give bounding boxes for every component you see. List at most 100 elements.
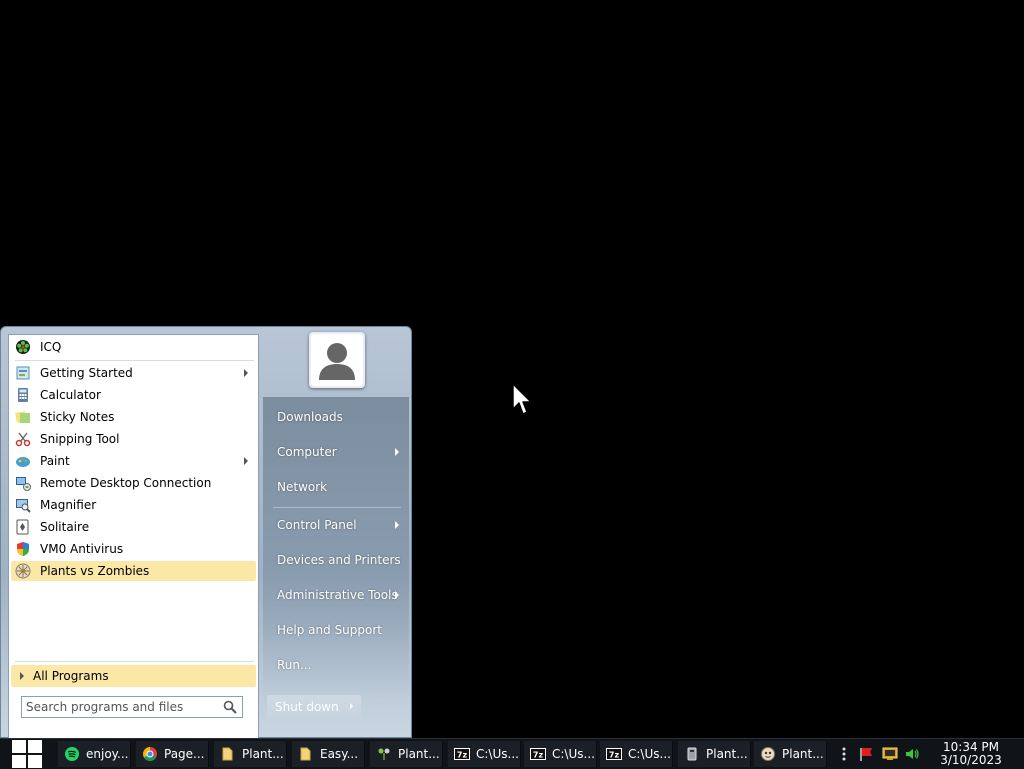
program-label: Snipping Tool: [40, 432, 120, 446]
link-label: Control Panel: [277, 518, 357, 532]
magnifier-icon: [15, 497, 31, 513]
taskbar-item-label: Plant...: [398, 747, 440, 761]
link-run[interactable]: Run...: [267, 650, 407, 680]
plants-vs-zombies-icon: [15, 563, 31, 579]
taskbar-item-plants-vs-zombies[interactable]: Plant...: [754, 741, 827, 767]
start-button[interactable]: [0, 739, 54, 769]
link-computer[interactable]: Computer: [267, 437, 407, 467]
volume-icon[interactable]: [904, 746, 920, 762]
taskbar-item-7zip-3[interactable]: 7z C:\Us...: [600, 741, 673, 767]
program-label: ICQ: [40, 340, 62, 354]
taskbar-item-spotify[interactable]: enjoy...: [58, 741, 131, 767]
taskbar: enjoy... Page... Plant... Easy... Plant.…: [0, 738, 1024, 769]
paint-icon: [15, 453, 31, 469]
7zip-icon: 7z: [454, 746, 470, 762]
link-downloads[interactable]: Downloads: [267, 402, 407, 432]
plant-game-icon: [376, 746, 392, 762]
action-center-flag-icon[interactable]: [858, 746, 874, 762]
mouse-cursor-icon: [512, 383, 532, 415]
triangle-right-icon: [20, 672, 24, 680]
remote-desktop-icon: [15, 475, 31, 491]
program-icq[interactable]: ICQ: [11, 337, 256, 357]
chevron-right-icon[interactable]: [350, 703, 353, 709]
chrome-icon: [142, 746, 158, 762]
taskbar-item-7zip-1[interactable]: 7z C:\Us...: [448, 741, 521, 767]
taskbar-item-label: Plant...: [242, 747, 284, 761]
user-avatar[interactable]: [309, 332, 365, 388]
link-label: Run...: [277, 658, 312, 672]
svg-text:7z: 7z: [457, 751, 468, 760]
all-programs-button[interactable]: All Programs: [11, 665, 256, 687]
program-label: Remote Desktop Connection: [40, 476, 212, 490]
program-plants-vs-zombies[interactable]: Plants vs Zombies: [11, 561, 256, 581]
submenu-arrow-icon: [244, 457, 248, 465]
svg-text:7z: 7z: [609, 751, 620, 760]
program-solitaire[interactable]: Solitaire: [11, 517, 256, 537]
link-administrative-tools[interactable]: Administrative Tools: [267, 580, 407, 610]
program-paint[interactable]: Paint: [11, 451, 256, 471]
program-snipping-tool[interactable]: Snipping Tool: [11, 429, 256, 449]
link-label: Downloads: [277, 410, 343, 424]
shutdown-label: Shut down: [275, 700, 339, 714]
all-programs-label: All Programs: [33, 669, 109, 683]
program-vm0-antivirus[interactable]: VM0 Antivirus: [11, 539, 256, 559]
taskbar-item-plant-game[interactable]: Plant...: [370, 741, 443, 767]
taskbar-item-folder-easy[interactable]: Easy...: [292, 741, 365, 767]
search-icon[interactable]: [223, 700, 237, 714]
program-label: Calculator: [40, 388, 101, 402]
link-label: Computer: [277, 445, 337, 459]
sticky-notes-icon: [15, 409, 31, 425]
program-label: VM0 Antivirus: [40, 542, 124, 556]
taskbar-item-plant-app[interactable]: Plant...: [678, 741, 751, 767]
separator: [273, 507, 401, 508]
calculator-icon: [15, 387, 31, 403]
link-devices-and-printers[interactable]: Devices and Printers: [267, 545, 407, 575]
scissors-icon: [15, 431, 31, 447]
7zip-icon: 7z: [606, 746, 622, 762]
search-input[interactable]: [26, 698, 216, 716]
separator: [15, 360, 254, 361]
link-control-panel[interactable]: Control Panel: [267, 510, 407, 540]
submenu-arrow-icon: [395, 521, 399, 529]
clock[interactable]: 10:34 PM 3/10/2023: [936, 741, 1006, 767]
shutdown-button[interactable]: Shut down: [267, 695, 361, 719]
link-network[interactable]: Network: [267, 472, 407, 502]
search-box[interactable]: [21, 696, 243, 718]
submenu-arrow-icon: [244, 369, 248, 377]
separator: [15, 661, 254, 662]
program-magnifier[interactable]: Magnifier: [11, 495, 256, 515]
program-calculator[interactable]: Calculator: [11, 385, 256, 405]
program-sticky-notes[interactable]: Sticky Notes: [11, 407, 256, 427]
spotify-icon: [64, 746, 80, 762]
link-label: Administrative Tools: [277, 588, 398, 602]
taskbar-item-chrome[interactable]: Page...: [136, 741, 209, 767]
taskbar-item-folder-plant[interactable]: Plant...: [214, 741, 287, 767]
taskbar-item-7zip-2[interactable]: 7z C:\Us...: [524, 741, 597, 767]
program-label: Paint: [40, 454, 70, 468]
plants-vs-zombies-icon: [760, 746, 776, 762]
taskbar-item-label: C:\Us...: [476, 747, 519, 761]
link-help-and-support[interactable]: Help and Support: [267, 615, 407, 645]
program-getting-started[interactable]: Getting Started: [11, 363, 256, 383]
taskbar-item-label: Easy...: [320, 747, 359, 761]
program-remote-desktop[interactable]: Remote Desktop Connection: [11, 473, 256, 493]
more-options-icon[interactable]: [836, 746, 852, 762]
user-icon: [311, 334, 363, 386]
program-label: Solitaire: [40, 520, 90, 534]
program-label: Magnifier: [40, 498, 97, 512]
link-label: Help and Support: [277, 623, 382, 637]
clock-date: 3/10/2023: [940, 753, 1002, 767]
link-label: Network: [277, 480, 328, 494]
folder-icon: [220, 746, 236, 762]
program-label: Plants vs Zombies: [40, 564, 150, 578]
network-icon[interactable]: [882, 746, 898, 762]
getting-started-icon: [15, 365, 31, 381]
svg-text:7z: 7z: [533, 751, 544, 760]
submenu-arrow-icon: [395, 591, 399, 599]
solitaire-icon: [15, 519, 31, 535]
7zip-icon: 7z: [530, 746, 546, 762]
program-label: Sticky Notes: [40, 410, 115, 424]
program-label: Getting Started: [40, 366, 133, 380]
folder-icon: [298, 746, 314, 762]
link-label: Devices and Printers: [277, 553, 401, 567]
